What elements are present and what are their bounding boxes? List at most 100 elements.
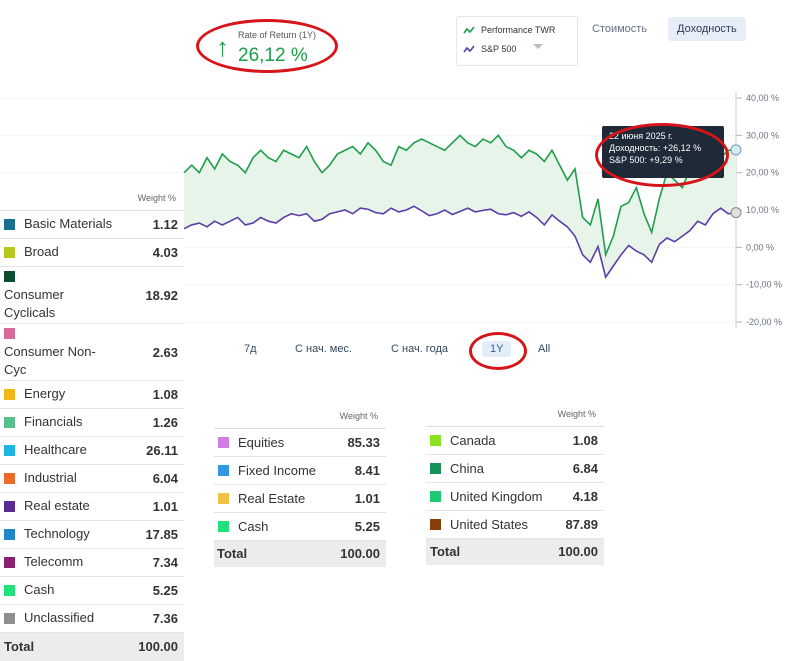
color-swatch-icon [4,416,15,428]
sp500-hover-point [730,207,742,219]
color-swatch-icon [218,436,229,448]
sector-row: Consumer Non-Cyc 2.63 [0,323,184,381]
sector-row: Cash 5.25 [0,576,184,605]
color-swatch-icon [4,444,15,456]
region-weight: 87.89 [548,510,604,539]
color-swatch-icon [4,528,15,540]
sector-row: Broad 4.03 [0,238,184,267]
asset-weight: 5.25 [326,512,386,541]
sector-weight: 26.11 [124,436,184,465]
sector-weight: 18.92 [124,266,184,324]
y-tick-label: 30,00 % [746,130,779,140]
region-name: China [450,460,484,476]
color-swatch-icon [430,434,441,446]
color-swatch-icon [4,500,15,512]
asset-row: Cash 5.25 [214,512,386,541]
total-label: Total [426,538,548,565]
sector-weight: 5.25 [124,576,184,605]
highlight-ellipse-ror [196,19,338,73]
color-swatch-icon [218,464,229,476]
legend-label: S&P 500 [481,44,517,54]
region-name: Canada [450,432,496,448]
sector-total-row: Total 100.00 [0,632,184,661]
tab-yield[interactable]: Доходность [668,17,746,41]
weight-header: Weight % [124,186,184,211]
highlight-ellipse-tooltip [595,123,729,187]
total-value: 100.00 [124,632,184,661]
asset-weight: 8.41 [326,456,386,485]
sector-weight: 1.01 [124,492,184,521]
region-total-row: Total 100.00 [426,538,604,565]
sector-row: Financials 1.26 [0,408,184,437]
sector-weight: 7.36 [124,604,184,633]
total-value: 100.00 [548,538,604,565]
sector-name: Cash [24,582,55,598]
sector-row: Unclassified 7.36 [0,604,184,633]
y-tick-label: -20,00 % [746,317,782,327]
asset-total-row: Total 100.00 [214,540,386,567]
legend-item-performance[interactable]: Performance TWR [463,25,555,35]
period-all[interactable]: All [538,343,550,355]
color-swatch-icon [4,246,15,258]
sector-row: Basic Materials 1.12 [0,210,184,239]
color-swatch-icon [430,462,441,474]
sector-row: Real estate 1.01 [0,492,184,521]
sector-name: Industrial [24,470,77,486]
asset-row: Fixed Income 8.41 [214,456,386,485]
weight-header: Weight % [548,402,604,427]
total-label: Total [0,632,124,661]
sector-name: Energy [24,386,66,402]
sector-weight: 4.03 [124,238,184,267]
region-row: China 6.84 [426,454,604,483]
asset-weight: 1.01 [326,484,386,513]
tab-value[interactable]: Стоимость [583,17,656,41]
weight-header: Weight % [326,404,386,429]
chart-legend[interactable]: Performance TWR S&P 500 [456,16,578,66]
color-swatch-icon [4,612,15,624]
color-swatch-icon [4,472,15,484]
period-7d[interactable]: 7д [244,343,257,355]
y-axis-labels: 40,00 % 30,00 % 20,00 % 10,00 % 0,00 % -10,00… [746,93,782,327]
legend-label: Performance TWR [481,25,556,35]
sector-name: Broad [24,244,59,260]
chevron-down-icon[interactable] [533,44,543,49]
sector-weight: 2.63 [124,323,184,381]
color-swatch-icon [4,218,15,230]
total-value: 100.00 [326,540,386,567]
asset-weight: 85.33 [326,428,386,457]
sector-weight: 6.04 [124,464,184,493]
color-swatch-icon [4,584,15,596]
sector-name: Consumer Cyclicals [4,287,64,320]
color-swatch-icon [4,388,15,400]
color-swatch-icon [218,520,229,532]
color-swatch-icon [4,271,15,283]
region-row: Canada 1.08 [426,426,604,455]
sector-row: Telecomm 7.34 [0,548,184,577]
sector-name: Healthcare [24,442,87,458]
period-mtd[interactable]: С нач. мес. [295,343,352,355]
y-tick-label: -10,00 % [746,280,782,290]
period-ytd[interactable]: С нач. года [391,343,448,355]
y-tick-label: 10,00 % [746,205,779,215]
y-tick-label: 0,00 % [746,242,774,252]
total-label: Total [214,540,326,567]
line-swatch-icon [463,26,475,34]
sector-row: Consumer Cyclicals 18.92 [0,266,184,324]
sector-name: Unclassified [24,610,95,626]
line-swatch-icon [463,45,475,53]
sector-row: Energy 1.08 [0,380,184,409]
sector-weight: 7.34 [124,548,184,577]
region-name: United Kingdom [450,488,543,504]
sector-name: Basic Materials [24,216,113,232]
region-weight: 6.84 [548,454,604,483]
sector-name: Technology [24,526,90,542]
color-swatch-icon [4,556,15,568]
sector-weight: 1.08 [124,380,184,409]
sector-row: Industrial 6.04 [0,464,184,493]
color-swatch-icon [218,492,229,504]
asset-table: Weight % Equities 85.33 Fixed Income 8.41 Re… [214,404,386,567]
region-name: United States [450,516,529,532]
sector-name: Telecomm [24,554,84,570]
legend-item-sp500[interactable]: S&P 500 [463,44,516,54]
highlight-ellipse-1y [469,332,527,370]
